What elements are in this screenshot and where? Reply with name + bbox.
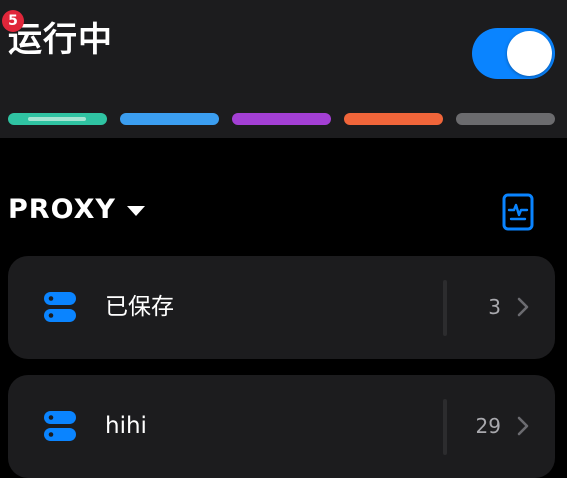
color-bar-highlight xyxy=(28,117,86,121)
status-header: 运行中 5 xyxy=(0,0,567,138)
server-icon xyxy=(44,292,76,322)
section-title[interactable]: PROXY xyxy=(8,190,116,230)
card-divider xyxy=(443,399,447,455)
color-bar-teal[interactable] xyxy=(8,113,107,125)
document-pulse-button[interactable] xyxy=(500,192,536,232)
proxy-card-hihi[interactable]: hihi 29 xyxy=(8,375,555,478)
color-bar-gray[interactable] xyxy=(456,113,555,125)
card-count: 29 xyxy=(475,414,501,438)
document-pulse-icon xyxy=(502,193,534,231)
color-bar-purple[interactable] xyxy=(232,113,331,125)
server-icon xyxy=(44,411,76,441)
card-label: hihi xyxy=(105,413,147,439)
card-label: 已保存 xyxy=(105,294,174,320)
chevron-right-icon xyxy=(517,297,529,317)
notification-badge: 5 xyxy=(2,10,24,32)
caret-down-icon[interactable] xyxy=(127,206,145,216)
card-count: 3 xyxy=(488,295,501,319)
proxy-card-saved[interactable]: 已保存 3 xyxy=(8,256,555,359)
color-bar-orange[interactable] xyxy=(344,113,443,125)
status-title: 运行中 xyxy=(8,20,113,60)
color-bar-blue[interactable] xyxy=(120,113,219,125)
card-divider xyxy=(443,280,447,336)
app-screen: 运行中 5 PROXY 已保存 3 hihi 29 xyxy=(0,0,567,478)
toggle-knob xyxy=(507,31,552,76)
run-toggle[interactable] xyxy=(472,28,555,79)
chevron-right-icon xyxy=(517,416,529,436)
clipped-system-bar xyxy=(0,0,567,4)
